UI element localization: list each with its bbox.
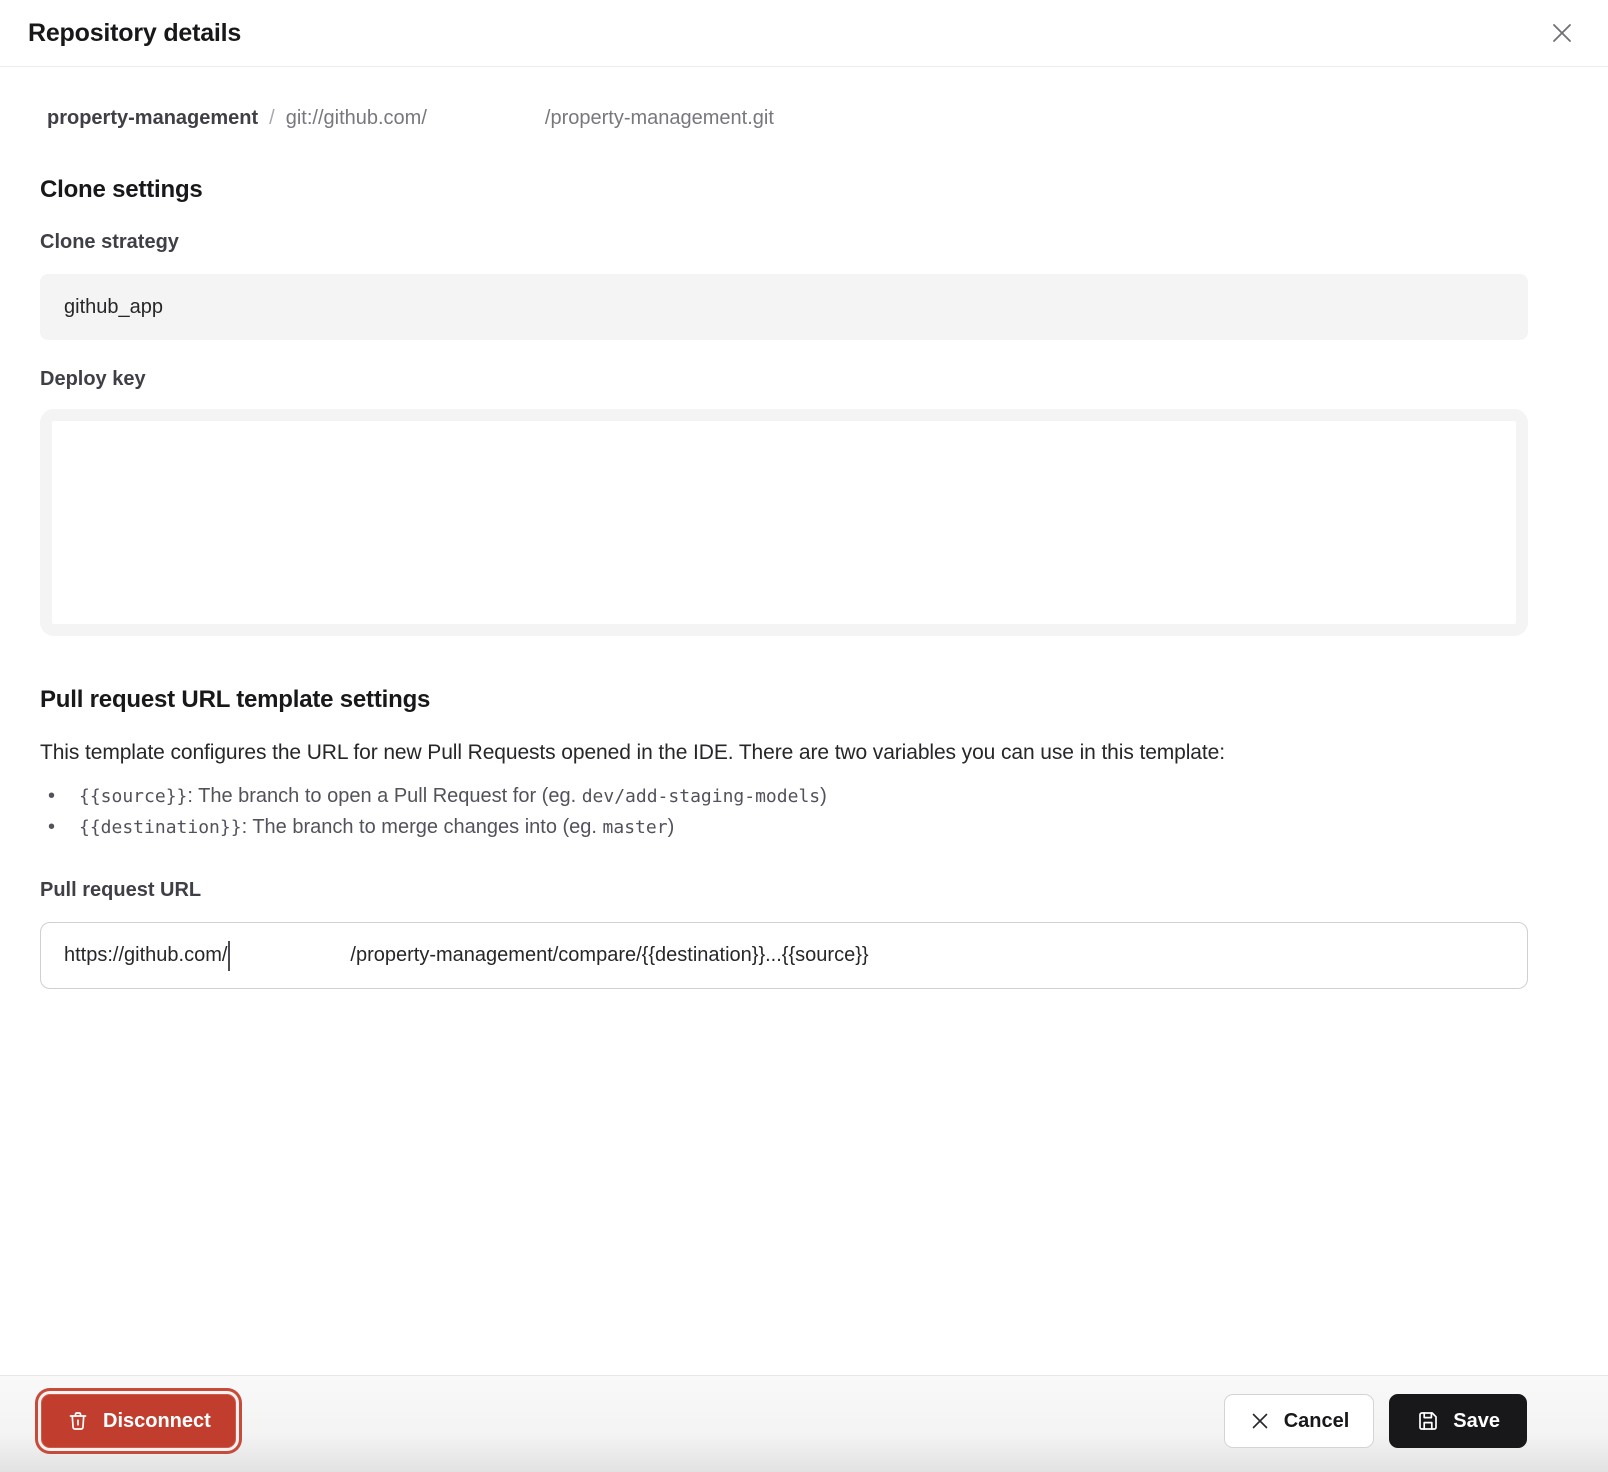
- list-item: {{destination}}: The branch to merge cha…: [48, 812, 1528, 843]
- page-title: Repository details: [28, 19, 241, 48]
- variable-destination-close: ): [668, 816, 675, 838]
- modal-header: Repository details: [0, 0, 1608, 67]
- repo-url-prefix: git://github.com/: [286, 107, 427, 130]
- clone-strategy-label: Clone strategy: [40, 231, 1528, 254]
- deploy-key-textarea[interactable]: [40, 409, 1528, 636]
- save-button-label: Save: [1453, 1410, 1500, 1433]
- pull-request-url-label: Pull request URL: [40, 879, 1528, 902]
- clone-settings-heading: Clone settings: [40, 176, 1528, 204]
- cancel-button-label: Cancel: [1284, 1410, 1350, 1433]
- pr-template-heading: Pull request URL template settings: [40, 686, 1528, 714]
- save-button[interactable]: Save: [1389, 1394, 1527, 1448]
- variable-source-example: dev/add-staging-models: [582, 786, 820, 807]
- disconnect-button-label: Disconnect: [103, 1410, 211, 1433]
- close-icon: [1549, 20, 1575, 46]
- pr-template-variable-list: {{source}}: The branch to open a Pull Re…: [48, 781, 1528, 843]
- disconnect-button[interactable]: Disconnect: [41, 1394, 236, 1448]
- pr-template-description: This template configures the URL for new…: [40, 741, 1528, 765]
- modal-body: property-management / git://github.com/ …: [0, 107, 1608, 989]
- redacted-org-spacer: [427, 123, 545, 124]
- variable-destination-example: master: [603, 817, 668, 838]
- pull-request-url-prefix: https://github.com/: [64, 944, 227, 967]
- close-button[interactable]: [1547, 18, 1577, 48]
- modal-footer: Disconnect Cancel Save: [0, 1375, 1608, 1472]
- cancel-x-icon: [1249, 1410, 1271, 1432]
- save-floppy-icon: [1416, 1409, 1440, 1433]
- repo-separator: /: [269, 107, 275, 130]
- clone-strategy-value: github_app: [64, 296, 163, 319]
- repo-path: property-management / git://github.com/ …: [47, 107, 1528, 130]
- variable-source-text: : The branch to open a Pull Request for …: [187, 785, 581, 807]
- repo-url-suffix: /property-management.git: [545, 107, 774, 130]
- variable-destination-text: : The branch to merge changes into (eg.: [242, 816, 603, 838]
- list-item: {{source}}: The branch to open a Pull Re…: [48, 781, 1528, 812]
- pull-request-url-input[interactable]: https://github.com/ /property-management…: [40, 922, 1528, 989]
- variable-source: {{source}}: [79, 786, 187, 807]
- pull-request-url-suffix: /property-management/compare/{{destinati…: [350, 944, 868, 967]
- repo-name: property-management: [47, 107, 258, 130]
- redacted-org-spacer: [230, 955, 350, 956]
- clone-strategy-field: github_app: [40, 274, 1528, 340]
- cancel-button[interactable]: Cancel: [1224, 1394, 1375, 1448]
- variable-source-close: ): [820, 785, 827, 807]
- variable-destination: {{destination}}: [79, 817, 242, 838]
- trash-icon: [66, 1409, 90, 1433]
- footer-actions: Cancel Save: [1224, 1394, 1527, 1448]
- deploy-key-label: Deploy key: [40, 368, 1528, 391]
